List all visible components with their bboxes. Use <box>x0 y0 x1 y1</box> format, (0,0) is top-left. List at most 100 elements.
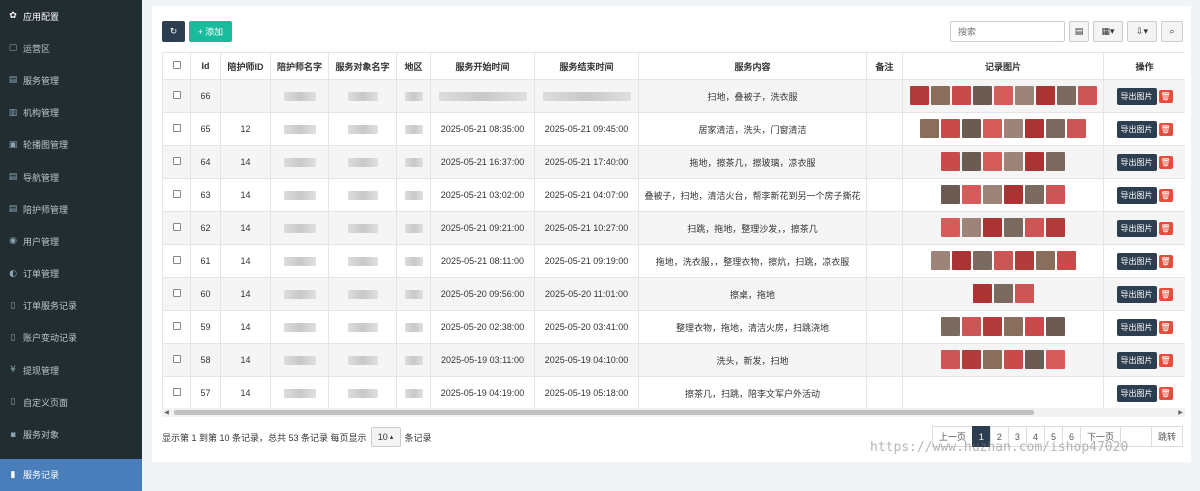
record-thumbnail[interactable] <box>1025 184 1044 204</box>
record-thumbnail[interactable] <box>962 118 981 138</box>
row-checkbox[interactable] <box>162 343 191 377</box>
record-thumbnail[interactable] <box>1004 316 1023 336</box>
sidebar-item[interactable]: ▥ 机构管理 <box>0 97 142 129</box>
record-thumbnail[interactable] <box>1025 118 1044 138</box>
record-thumbnail[interactable] <box>1014 283 1034 303</box>
row-checkbox[interactable] <box>162 79 191 113</box>
column-header[interactable]: 服务对象名字 <box>328 52 397 80</box>
column-header[interactable]: 服务内容 <box>638 52 867 80</box>
record-thumbnail[interactable] <box>983 118 1002 138</box>
record-thumbnail[interactable] <box>1004 151 1023 171</box>
export-images-button[interactable]: 导出图片 <box>1116 351 1157 369</box>
record-thumbnail[interactable] <box>951 250 971 270</box>
record-thumbnail[interactable] <box>983 184 1002 204</box>
delete-button[interactable]: 🗑 <box>1158 89 1173 103</box>
record-thumbnail[interactable] <box>962 151 981 171</box>
record-thumbnail[interactable] <box>962 349 981 369</box>
row-checkbox[interactable] <box>162 178 191 212</box>
export-images-button[interactable]: 导出图片 <box>1116 120 1157 138</box>
export-button[interactable]: ⇩▾ <box>1127 21 1157 42</box>
sidebar-item[interactable]: ▤ 陪护师管理 <box>0 193 142 225</box>
table-row[interactable]: 59 14 2025-05-20 02:38:00 2025-05-20 03:41:… <box>162 310 1185 344</box>
record-thumbnail[interactable] <box>972 283 992 303</box>
record-thumbnail[interactable] <box>1004 349 1023 369</box>
search-input[interactable] <box>950 21 1065 42</box>
record-thumbnail[interactable] <box>920 118 939 138</box>
jump-button[interactable]: 跳转 <box>1150 426 1183 447</box>
sidebar-item[interactable]: ◐ 订单管理 <box>0 258 142 290</box>
record-thumbnail[interactable] <box>930 85 950 105</box>
delete-button[interactable]: 🗑 <box>1158 287 1173 301</box>
row-checkbox[interactable] <box>162 310 191 344</box>
delete-button[interactable]: 🗑 <box>1158 188 1173 202</box>
record-thumbnail[interactable] <box>930 250 950 270</box>
record-thumbnail[interactable] <box>951 85 971 105</box>
record-thumbnail[interactable] <box>972 250 992 270</box>
toggle-view-button[interactable]: ▤ <box>1069 21 1089 42</box>
export-images-button[interactable]: 导出图片 <box>1116 87 1157 105</box>
record-thumbnail[interactable] <box>983 151 1002 171</box>
export-images-button[interactable]: 导出图片 <box>1116 384 1157 402</box>
record-thumbnail[interactable] <box>1077 85 1097 105</box>
record-thumbnail[interactable] <box>1025 151 1044 171</box>
table-row[interactable]: 63 14 2025-05-21 03:02:00 2025-05-21 04:07:… <box>162 178 1185 212</box>
delete-button[interactable]: 🗑 <box>1158 155 1173 169</box>
delete-button[interactable]: 🗑 <box>1158 320 1173 334</box>
sidebar-item[interactable]: ▯ 账户变动记录 <box>0 322 142 354</box>
horizontal-scrollbar[interactable]: ◀ ▶ <box>162 408 1185 417</box>
scroll-left-icon[interactable]: ◀ <box>162 408 171 417</box>
record-thumbnail[interactable] <box>993 250 1013 270</box>
record-thumbnail[interactable] <box>1046 217 1065 237</box>
record-thumbnail[interactable] <box>1046 118 1065 138</box>
delete-button[interactable]: 🗑 <box>1158 221 1173 235</box>
page-size-select[interactable]: 10 ▴ <box>370 427 401 447</box>
record-thumbnail[interactable] <box>983 349 1002 369</box>
column-header[interactable]: 服务开始时间 <box>430 52 535 80</box>
delete-button[interactable]: 🗑 <box>1158 353 1173 367</box>
record-thumbnail[interactable] <box>909 85 929 105</box>
record-thumbnail[interactable] <box>983 217 1002 237</box>
record-thumbnail[interactable] <box>1025 349 1044 369</box>
column-header[interactable]: 陪护师名字 <box>270 52 329 80</box>
column-header[interactable]: Id <box>190 52 221 80</box>
record-thumbnail[interactable] <box>1004 217 1023 237</box>
record-thumbnail[interactable] <box>1025 217 1044 237</box>
sidebar-item[interactable]: ▣ 轮播图管理 <box>0 129 142 161</box>
record-thumbnail[interactable] <box>941 118 960 138</box>
record-thumbnail[interactable] <box>1067 118 1086 138</box>
record-thumbnail[interactable] <box>1035 85 1055 105</box>
row-checkbox[interactable] <box>162 244 191 278</box>
table-row[interactable]: 61 14 2025-05-21 08:11:00 2025-05-21 09:19:… <box>162 244 1185 278</box>
row-checkbox[interactable] <box>162 211 191 245</box>
record-thumbnail[interactable] <box>1035 250 1055 270</box>
record-thumbnail[interactable] <box>1056 250 1076 270</box>
export-images-button[interactable]: 导出图片 <box>1116 318 1157 336</box>
sidebar-item[interactable]: ◉ 用户管理 <box>0 225 142 257</box>
record-thumbnail[interactable] <box>941 151 960 171</box>
export-images-button[interactable]: 导出图片 <box>1116 186 1157 204</box>
sidebar-item[interactable]: ▤ 服务管理 <box>0 64 142 96</box>
table-row[interactable]: 64 14 2025-05-21 16:37:00 2025-05-21 17:40:… <box>162 145 1185 179</box>
record-thumbnail[interactable] <box>1046 316 1065 336</box>
sidebar-item[interactable]: ¥ 提现管理 <box>0 354 142 386</box>
advanced-search-button[interactable]: ⌕ <box>1161 21 1183 42</box>
record-thumbnail[interactable] <box>941 349 960 369</box>
record-thumbnail[interactable] <box>972 85 992 105</box>
add-button[interactable]: + 添加 <box>189 21 232 42</box>
sidebar-item[interactable]: ▯ 自定义页面 <box>0 386 142 418</box>
sidebar-header-app-config[interactable]: ✿ 应用配置 <box>0 0 142 32</box>
record-thumbnail[interactable] <box>1046 349 1065 369</box>
record-thumbnail[interactable] <box>1014 250 1034 270</box>
column-header[interactable]: 记录图片 <box>902 52 1104 80</box>
record-thumbnail[interactable] <box>962 217 981 237</box>
table-row[interactable]: 62 14 2025-05-21 09:21:00 2025-05-21 10:27:… <box>162 211 1185 245</box>
export-images-button[interactable]: 导出图片 <box>1116 252 1157 270</box>
table-row[interactable]: 65 12 2025-05-21 08:35:00 2025-05-21 09:45:… <box>162 112 1185 146</box>
table-row[interactable]: 66 扫地，叠被子，洗衣服 导出图片 🗑 <box>162 79 1185 113</box>
record-thumbnail[interactable] <box>1014 85 1034 105</box>
record-thumbnail[interactable] <box>983 316 1002 336</box>
record-thumbnail[interactable] <box>1046 184 1065 204</box>
sidebar-item[interactable]: ▯ 订单服务记录 <box>0 290 142 322</box>
column-header[interactable]: 备注 <box>866 52 903 80</box>
record-thumbnail[interactable] <box>941 316 960 336</box>
